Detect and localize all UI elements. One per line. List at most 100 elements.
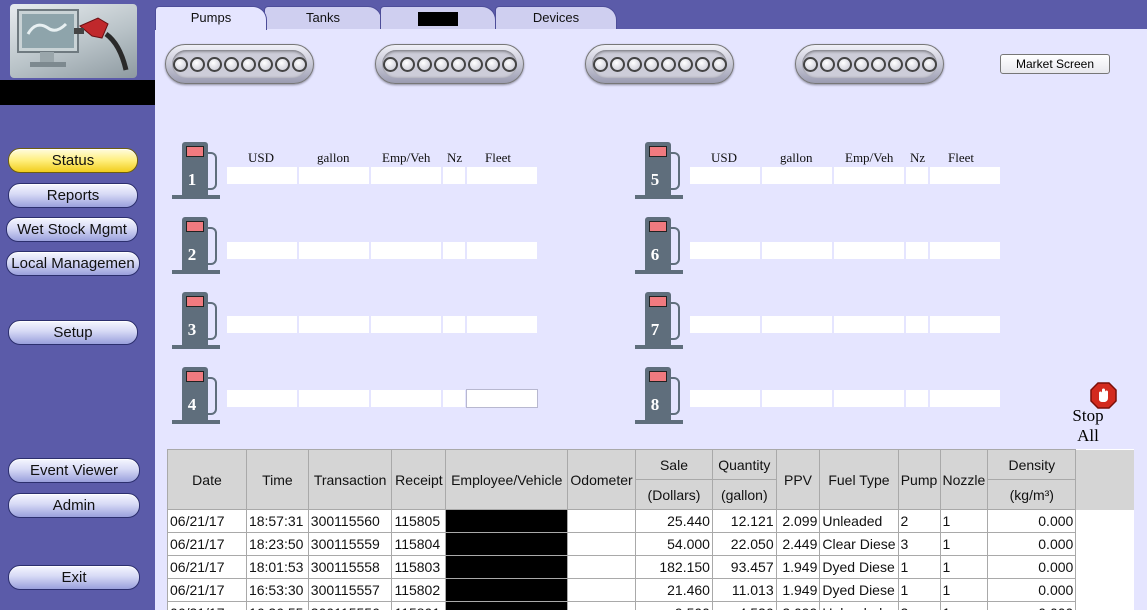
pump-1-icon[interactable]: 1: [172, 140, 220, 200]
row-filler: [1075, 509, 1134, 533]
col-pump[interactable]: Pump: [897, 449, 941, 510]
cell-transaction: 300115559: [307, 532, 393, 556]
pump-4-nozzle-field: [442, 389, 466, 408]
pump-4-usd-field: [226, 389, 298, 408]
pump-1-usd-field: [226, 166, 298, 185]
col-ppv[interactable]: PPV: [775, 449, 821, 510]
col-nozzle[interactable]: Nozzle: [939, 449, 989, 510]
cell-pump: 1: [897, 555, 941, 579]
cell-transaction: 300115556: [307, 601, 393, 610]
col-receipt[interactable]: Receipt: [391, 449, 447, 510]
pump-8-usd-field: [689, 389, 761, 408]
wet-stock-mgmt-button[interactable]: Wet Stock Mgmt: [6, 217, 138, 242]
stop-hand-icon: [1090, 382, 1117, 409]
cell-ppv: 2.099: [775, 509, 821, 533]
pump-4-gallon-field: [298, 389, 370, 408]
pump-1-nozzle-field: [442, 166, 466, 185]
event-viewer-button[interactable]: Event Viewer: [8, 458, 140, 483]
pump-5-gallon-field: [761, 166, 833, 185]
cell-ppv: 2.449: [775, 532, 821, 556]
pump-number: 5: [650, 170, 660, 189]
pump-1-emp-veh-field: [370, 166, 442, 185]
col-density-unit: (kg/m³): [987, 479, 1077, 510]
cell-nozzle: 1: [939, 601, 989, 610]
local-management-button[interactable]: Local Managemen: [6, 251, 140, 276]
pump-6-icon[interactable]: 6: [635, 215, 683, 275]
console-button-1[interactable]: [165, 44, 314, 84]
col-odometer[interactable]: Odometer: [567, 449, 637, 510]
cell-nozzle: 1: [939, 555, 989, 579]
setup-button[interactable]: Setup: [8, 320, 138, 345]
table-row[interactable]: 06/21/17 18:57:31 300115560 115805 25.44…: [167, 509, 1134, 533]
reports-button[interactable]: Reports: [8, 183, 138, 208]
col-density[interactable]: Density: [987, 449, 1077, 480]
pump-number: 4: [187, 395, 197, 414]
cell-time: 18:01:53: [245, 555, 309, 579]
cell-density: 0.000: [987, 578, 1077, 602]
pump-7-gallon-field: [761, 315, 833, 334]
cell-sale: 9.500: [635, 601, 713, 610]
console-button-2[interactable]: [375, 44, 524, 84]
cell-time: 18:23:50: [245, 532, 309, 556]
header-nozzle: Nz: [447, 150, 463, 165]
cell-sale: 182.150: [635, 555, 713, 579]
pump-2-emp-veh-field: [370, 241, 442, 260]
pump-1-gallon-field: [298, 166, 370, 185]
pump-5-fleet-field: [929, 166, 1001, 185]
col-fuel-type[interactable]: Fuel Type: [819, 449, 899, 510]
cell-odometer: [567, 555, 637, 579]
pump-7-icon[interactable]: 7: [635, 290, 683, 350]
pump-3-icon[interactable]: 3: [172, 290, 220, 350]
col-date[interactable]: Date: [167, 449, 247, 510]
cell-quantity: 4.526: [711, 601, 777, 610]
cell-sale: 21.460: [635, 578, 713, 602]
tab-pumps[interactable]: Pumps: [155, 6, 267, 30]
col-employee-vehicle[interactable]: Employee/Vehicle: [445, 449, 569, 510]
pump-2-icon[interactable]: 2: [172, 215, 220, 275]
cell-fuel-type: Unleaded: [819, 601, 899, 610]
cell-receipt: 115804: [391, 532, 447, 556]
console-button-4[interactable]: [795, 44, 944, 84]
pump-4-icon[interactable]: 4: [172, 365, 220, 425]
pump-8-icon[interactable]: 8: [635, 365, 683, 425]
col-transaction[interactable]: Transaction: [307, 449, 393, 510]
cell-transaction: 300115560: [307, 509, 393, 533]
pump-7-nozzle-field: [905, 315, 929, 334]
console-button-3[interactable]: [585, 44, 734, 84]
tab-tanks[interactable]: Tanks: [264, 6, 382, 29]
pump-number: 7: [650, 320, 660, 339]
table-row[interactable]: 06/21/17 16:36:55 300115556 115801 9.500…: [167, 601, 1134, 610]
cell-time: 18:57:31: [245, 509, 309, 533]
fuel-monitor-logo: [10, 4, 137, 78]
col-sale[interactable]: Sale: [635, 449, 713, 480]
table-row[interactable]: 06/21/17 18:01:53 300115558 115803 182.1…: [167, 555, 1134, 579]
stop-label-line2: All: [1077, 426, 1099, 445]
table-row[interactable]: 06/21/17 16:53:30 300115557 115802 21.46…: [167, 578, 1134, 602]
col-quantity[interactable]: Quantity: [711, 449, 777, 480]
pump-3-fleet-field: [466, 315, 538, 334]
cell-date: 06/21/17: [167, 555, 247, 579]
tab-redacted[interactable]: [380, 6, 496, 29]
pump-6-gallon-field: [761, 241, 833, 260]
status-button[interactable]: Status: [8, 148, 138, 173]
header-usd: USD: [248, 150, 275, 165]
pump-3-usd-field: [226, 315, 298, 334]
pump-7-usd-field: [689, 315, 761, 334]
admin-button[interactable]: Admin: [8, 493, 140, 518]
header-emp-veh: Emp/Veh: [382, 150, 431, 165]
cell-employee-vehicle-redacted: [445, 601, 569, 610]
stop-all-button[interactable]: Stop All: [1068, 382, 1126, 445]
pump-5-emp-veh-field: [833, 166, 905, 185]
cell-employee-vehicle-redacted: [445, 509, 569, 533]
pump-5-icon[interactable]: 5: [635, 140, 683, 200]
exit-button[interactable]: Exit: [8, 565, 140, 590]
col-sale-unit: (Dollars): [635, 479, 713, 510]
redacted-tab-label: [418, 11, 458, 26]
cell-receipt: 115802: [391, 578, 447, 602]
transactions-table: Date Time Transaction Receipt Employee/V…: [167, 449, 1134, 610]
table-row[interactable]: 06/21/17 18:23:50 300115559 115804 54.00…: [167, 532, 1134, 556]
tab-devices[interactable]: Devices: [495, 6, 617, 29]
pump-4-emp-veh-field: [370, 389, 442, 408]
col-time[interactable]: Time: [245, 449, 309, 510]
market-screen-button[interactable]: Market Screen: [1000, 54, 1110, 74]
